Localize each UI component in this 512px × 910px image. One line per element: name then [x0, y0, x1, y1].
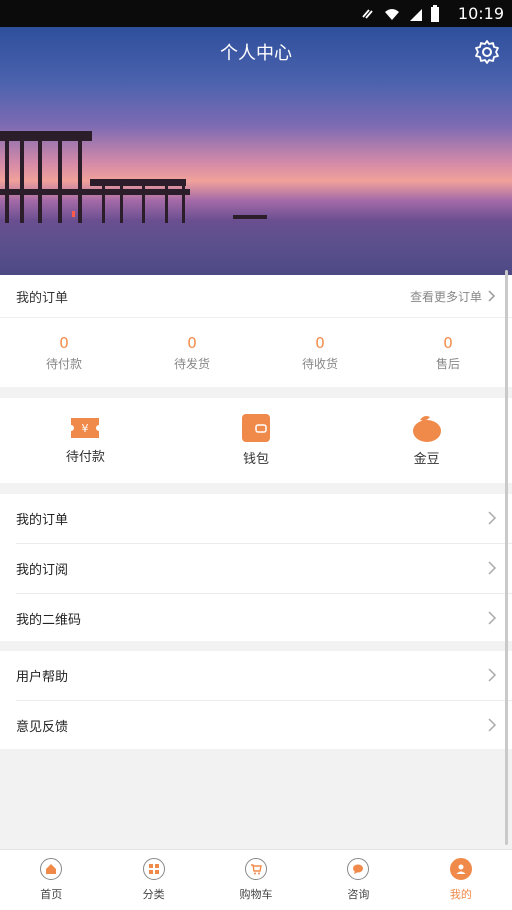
- grid-icon: [142, 858, 165, 880]
- ticket-icon: ¥: [71, 418, 100, 438]
- tab-label: 购物车: [239, 888, 273, 901]
- tab-consult[interactable]: 咨询: [307, 850, 409, 910]
- tab-label: 我的: [449, 888, 472, 901]
- tab-home[interactable]: 首页: [0, 850, 102, 910]
- tab-mine[interactable]: 我的: [410, 850, 512, 910]
- chevron-right-icon: [488, 561, 497, 575]
- mute-icon: [362, 9, 373, 19]
- quick-label: 待付款: [65, 450, 105, 465]
- stat-after-sales[interactable]: 0 售后: [384, 318, 512, 387]
- menu-label: 我的订阅: [16, 563, 69, 578]
- profile-header: 个人中心: [0, 27, 512, 275]
- scrollbar[interactable]: [505, 270, 508, 845]
- menu-item-user-help[interactable]: 用户帮助: [0, 651, 512, 700]
- bean-icon: [412, 416, 441, 442]
- quick-gold-beans[interactable]: 金豆: [341, 398, 512, 483]
- status-bar: 10:19: [0, 0, 512, 27]
- chevron-right-icon: [488, 611, 497, 625]
- stat-pending-shipment[interactable]: 0 待发货: [128, 318, 256, 387]
- wifi-icon: [385, 9, 399, 20]
- menu-item-my-qrcode[interactable]: 我的二维码: [0, 594, 512, 643]
- quick-label: 金豆: [413, 452, 440, 467]
- quick-pending-payment[interactable]: ¥ 待付款: [0, 398, 171, 483]
- chevron-right-icon: [488, 718, 497, 732]
- menu-item-my-subscriptions[interactable]: 我的订阅: [0, 544, 512, 593]
- status-time: 10:19: [457, 4, 504, 23]
- menu-label: 我的订单: [16, 513, 69, 528]
- signal-icon: [410, 9, 422, 21]
- stat-count: 0: [443, 333, 453, 352]
- tab-cart[interactable]: 购物车: [205, 850, 307, 910]
- page-title: 个人中心: [220, 43, 292, 64]
- menu-group-account: 我的订单 我的订阅 我的二维码: [0, 494, 512, 641]
- tab-label: 首页: [40, 888, 63, 901]
- stat-label: 待收货: [301, 356, 338, 371]
- bottom-tab-bar: 首页 分类 购物车 咨询 我的: [0, 849, 512, 910]
- menu-item-feedback[interactable]: 意见反馈: [0, 701, 512, 750]
- menu-label: 意见反馈: [16, 720, 69, 735]
- stat-count: 0: [187, 333, 197, 352]
- menu-group-support: 用户帮助 意见反馈: [0, 651, 512, 749]
- pier-light: [72, 211, 75, 217]
- stat-label: 售后: [435, 356, 460, 371]
- home-icon: [40, 858, 63, 880]
- stat-count: 0: [315, 333, 325, 352]
- stat-count: 0: [59, 333, 69, 352]
- orders-header[interactable]: 我的订单 查看更多订单: [0, 275, 512, 317]
- user-icon: [449, 858, 472, 880]
- quick-label: 钱包: [243, 452, 270, 467]
- wallet-icon: [242, 414, 270, 442]
- battery-icon: [431, 5, 439, 22]
- stat-pending-payment[interactable]: 0 待付款: [0, 318, 128, 387]
- view-more-label: 查看更多订单: [409, 289, 482, 304]
- chevron-right-icon: [488, 511, 497, 525]
- orders-title: 我的订单: [16, 290, 69, 306]
- cart-icon: [245, 858, 268, 880]
- order-status-row: 0 待付款 0 待发货 0 待收货 0 售后: [0, 317, 512, 387]
- svg-text:¥: ¥: [82, 422, 89, 435]
- menu-item-my-orders[interactable]: 我的订单: [0, 494, 512, 543]
- tab-label: 分类: [142, 888, 165, 901]
- chevron-right-icon: [488, 290, 496, 302]
- stat-label: 待发货: [173, 356, 210, 371]
- stat-pending-receipt[interactable]: 0 待收货: [256, 318, 384, 387]
- quick-wallet[interactable]: 钱包: [171, 398, 342, 483]
- tab-category[interactable]: 分类: [102, 850, 204, 910]
- view-more-orders-link[interactable]: 查看更多订单: [410, 288, 496, 305]
- chevron-right-icon: [488, 668, 497, 682]
- status-icons: [360, 5, 440, 23]
- orders-panel: 我的订单 查看更多订单 0 待付款 0 待发货 0 待收货 0 售后: [0, 275, 512, 387]
- settings-gear-icon[interactable]: [474, 39, 500, 65]
- menu-label: 我的二维码: [16, 613, 82, 628]
- chat-icon: [347, 858, 370, 880]
- menu-label: 用户帮助: [16, 670, 69, 685]
- tab-label: 咨询: [347, 888, 370, 901]
- quick-actions: ¥ 待付款 钱包 金豆: [0, 398, 512, 483]
- stat-label: 待付款: [45, 356, 82, 371]
